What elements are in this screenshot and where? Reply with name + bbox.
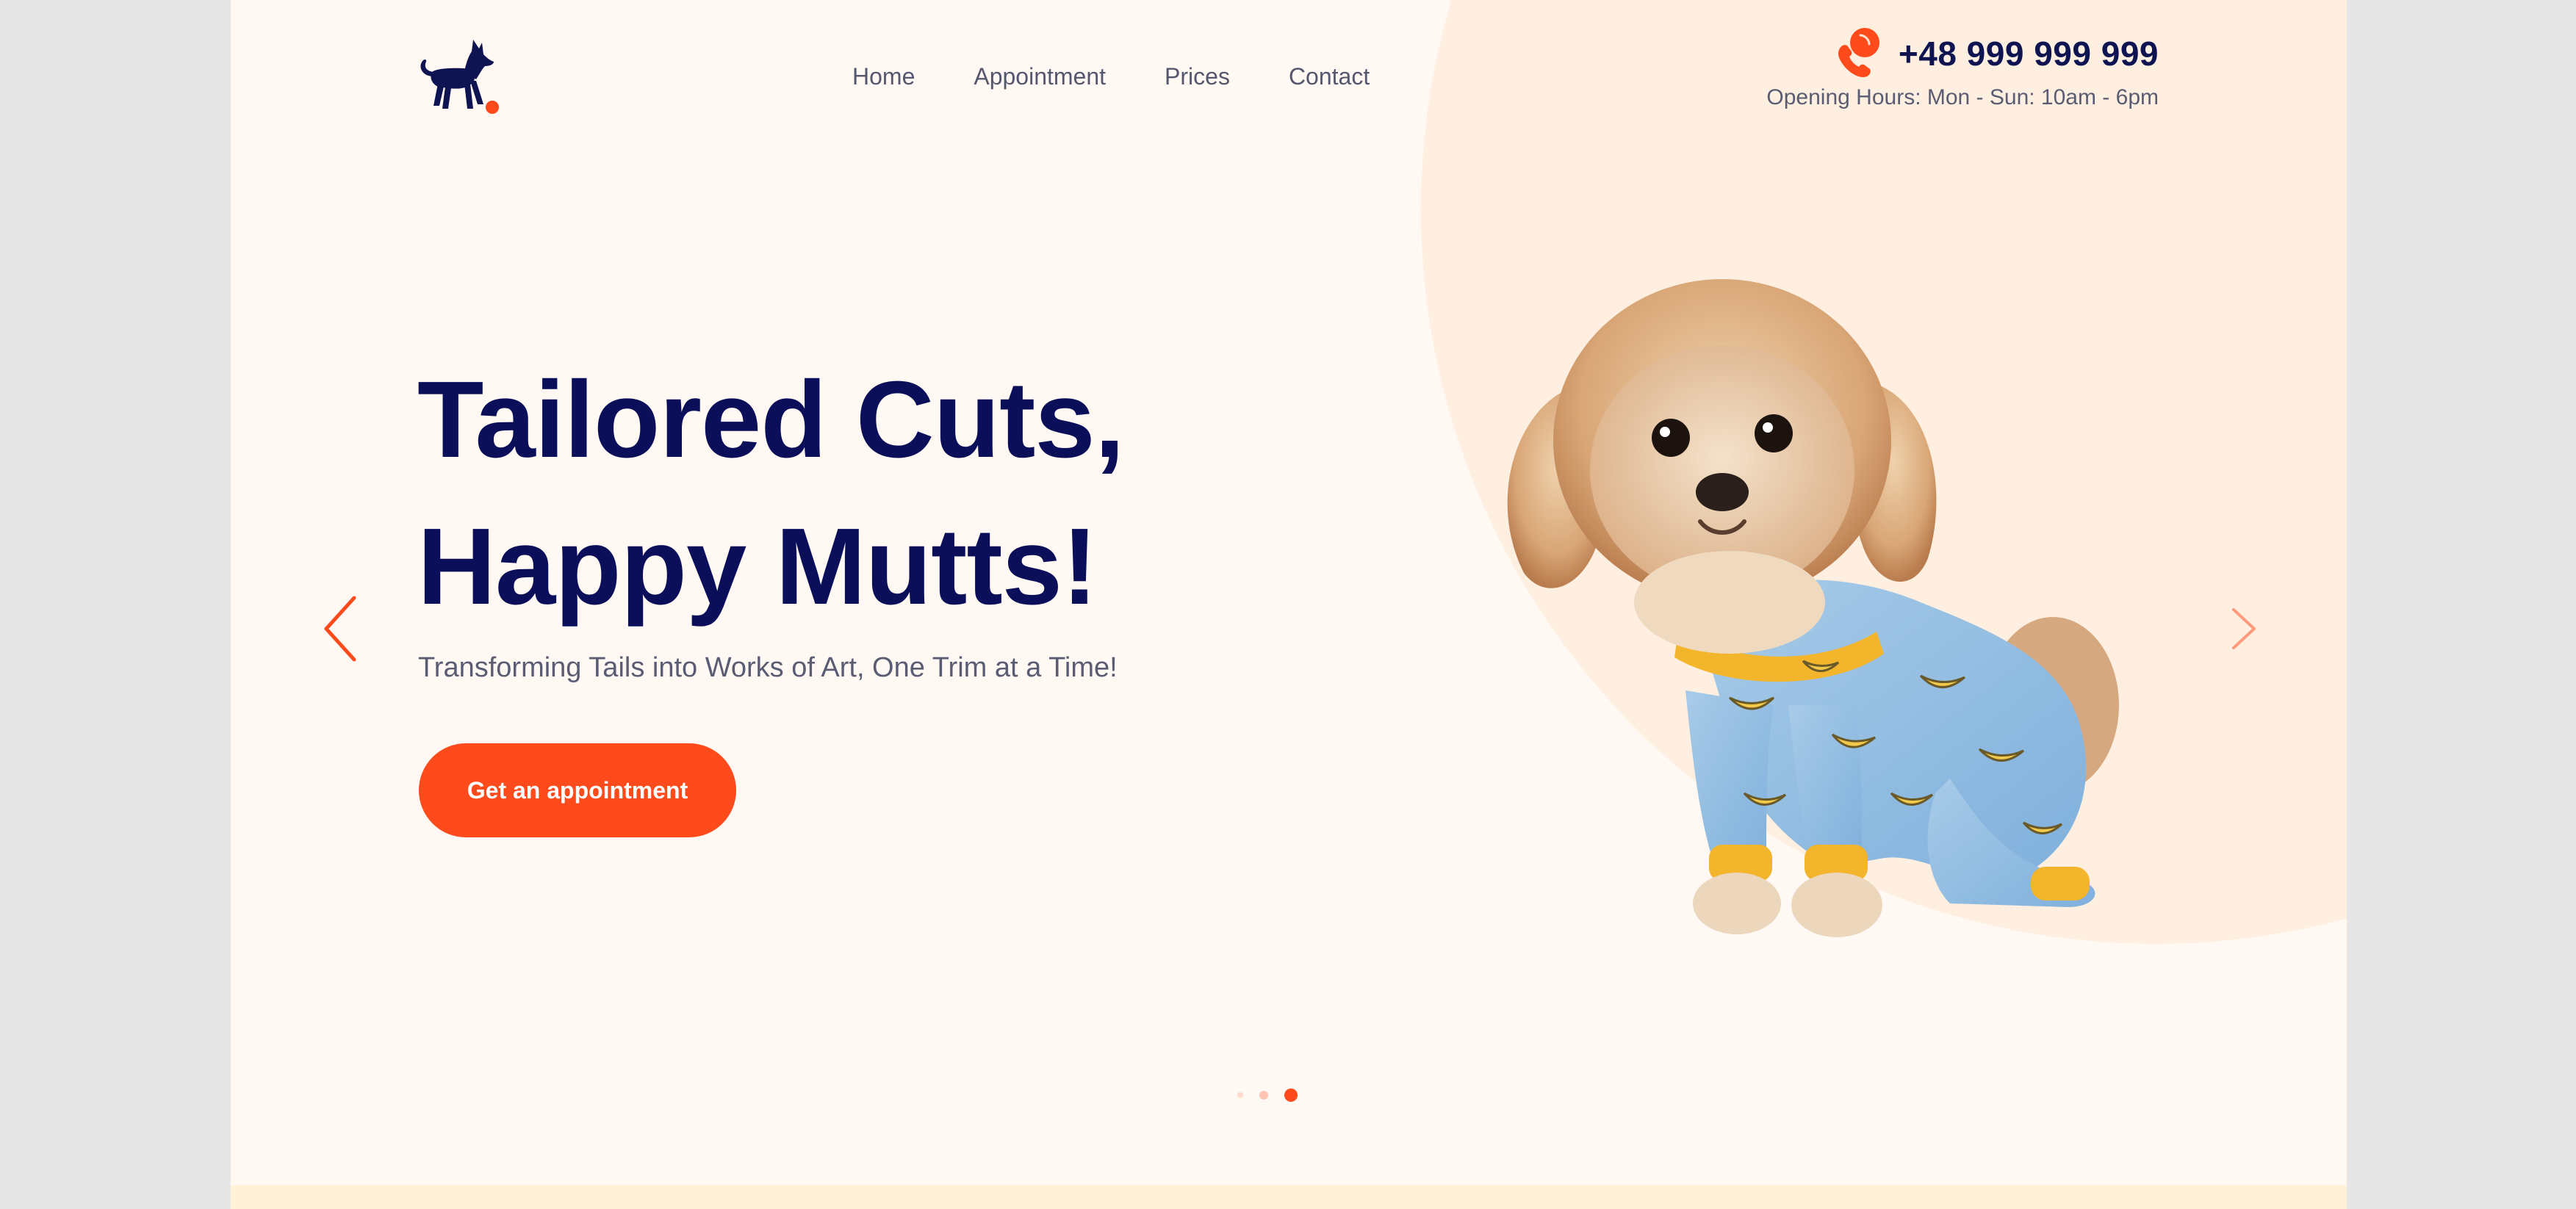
nav-prices-link[interactable]: Prices [1165, 57, 1230, 95]
opening-hours: Opening Hours: Mon - Sun: 10am - 6pm [1766, 85, 2159, 109]
phone-row: +48 999 999 999 [1766, 26, 2159, 81]
main-nav: Home Appointment Prices Contact [852, 57, 1370, 95]
chevron-left-icon[interactable] [319, 592, 363, 665]
get-appointment-button[interactable]: Get an appointment [419, 743, 736, 837]
dog-silhouette-icon[interactable] [416, 35, 504, 118]
next-section-edge [231, 1185, 2347, 1209]
phone-icon[interactable] [1831, 26, 1885, 81]
nav-home-link[interactable]: Home [852, 57, 915, 95]
hero-subtitle: Transforming Tails into Works of Art, On… [418, 652, 1118, 683]
contact-block: +48 999 999 999 Opening Hours: Mon - Sun… [1766, 26, 2159, 110]
page: Home Appointment Prices Contact +48 999 … [231, 0, 2347, 1209]
slider-dot-3-active[interactable] [1284, 1089, 1298, 1102]
slider-dots [1237, 1089, 1298, 1102]
hero-dog-image [1507, 279, 2119, 937]
hero-headline: Tailored Cuts, Happy Mutts! [417, 347, 1336, 640]
hero-headline-line-1: Tailored Cuts, [417, 359, 1125, 480]
hero-headline-line-2: Happy Mutts! [417, 506, 1098, 627]
nav-contact-link[interactable]: Contact [1289, 57, 1370, 95]
nav-appointment-link[interactable]: Appointment [974, 57, 1106, 95]
slider-dot-1[interactable] [1237, 1092, 1243, 1098]
phone-number[interactable]: +48 999 999 999 [1899, 34, 2159, 73]
slider-dot-2[interactable] [1259, 1091, 1268, 1100]
